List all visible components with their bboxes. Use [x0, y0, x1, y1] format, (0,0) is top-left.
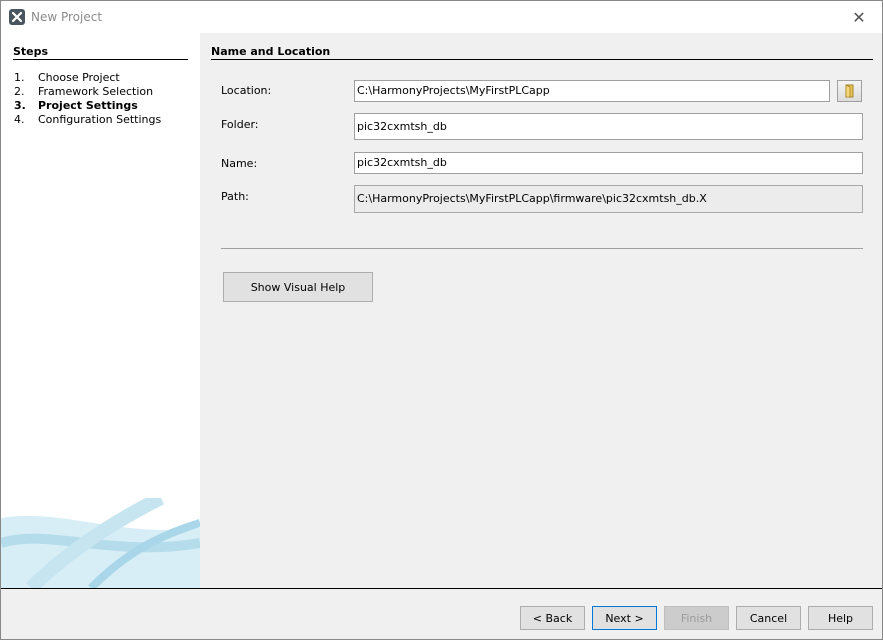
path-label: Path:	[221, 190, 249, 203]
help-button[interactable]: Help	[808, 606, 873, 630]
step-item: 1. Choose Project	[14, 71, 120, 84]
steps-title: Steps	[13, 45, 188, 60]
separator	[221, 248, 863, 249]
step-item-current: 3. Project Settings	[14, 99, 138, 112]
step-label: Framework Selection	[38, 85, 154, 98]
folder-label: Folder:	[221, 118, 259, 131]
folder-icon	[845, 84, 853, 98]
finish-button: Finish	[664, 606, 729, 630]
path-field: C:\HarmonyProjects\MyFirstPLCapp\firmwar…	[354, 185, 863, 213]
step-number: 2.	[14, 85, 25, 98]
next-button[interactable]: Next >	[592, 606, 657, 630]
step-label: Configuration Settings	[38, 113, 162, 126]
bottom-divider	[1, 588, 882, 589]
step-number: 4.	[14, 113, 25, 126]
name-field[interactable]: pic32cxmtsh_db	[354, 152, 863, 174]
close-button[interactable]: ✕	[836, 1, 882, 33]
step-item: 2. Framework Selection	[14, 85, 153, 98]
step-item: 4. Configuration Settings	[14, 113, 161, 126]
back-button[interactable]: < Back	[520, 606, 585, 630]
name-label: Name:	[221, 157, 258, 170]
location-label: Location:	[221, 84, 272, 97]
show-visual-help-button[interactable]: Show Visual Help	[223, 272, 373, 302]
step-number: 1.	[14, 71, 25, 84]
browse-button[interactable]	[837, 80, 862, 102]
close-icon: ✕	[852, 7, 866, 27]
cancel-button[interactable]: Cancel	[736, 606, 801, 630]
new-project-dialog: New Project ✕ Steps 1. Choose Project 2. F…	[0, 0, 883, 640]
harmony-x-icon	[9, 9, 25, 25]
step-label: Choose Project	[38, 71, 120, 84]
window-title: New Project	[31, 10, 103, 24]
location-field[interactable]: C:\HarmonyProjects\MyFirstPLCapp	[354, 80, 830, 102]
folder-field[interactable]: pic32cxmtsh_db	[354, 113, 863, 140]
steps-panel: Steps 1. Choose Project 2. Framework Selec…	[1, 33, 200, 588]
step-label: Project Settings	[38, 99, 138, 112]
title-bar: New Project ✕	[1, 1, 882, 33]
decorative-swoosh	[1, 498, 200, 588]
section-title: Name and Location	[211, 45, 873, 60]
step-number: 3.	[14, 99, 26, 112]
